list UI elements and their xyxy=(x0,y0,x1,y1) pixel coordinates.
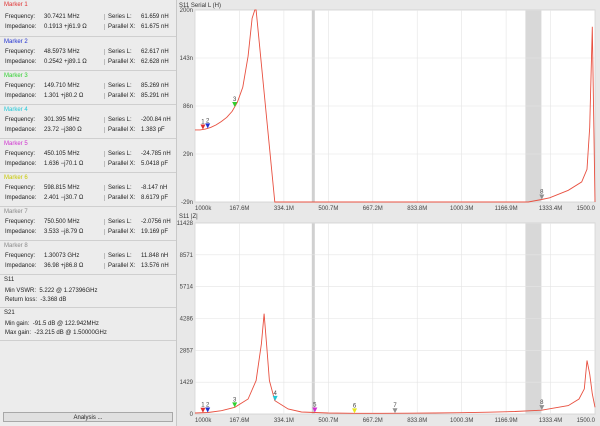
y-tick-label: 1429 xyxy=(180,380,194,386)
marker-5-block[interactable]: Marker 5 Frequency: 450.105 MHz Impedance… xyxy=(0,139,176,173)
y-tick-label: 5714 xyxy=(180,285,194,291)
x-tick-label: 1333.4M xyxy=(539,418,562,424)
s11-min-vswr: Min VSWR: 5.222 @ 1.27396GHz xyxy=(5,288,98,294)
marker-1-block[interactable]: Marker 1 Frequency: 30.7421 MHz Impedance… xyxy=(0,0,176,34)
y-tick-label: 0 xyxy=(190,412,194,418)
divider xyxy=(0,307,176,308)
s21-max-gain: Max gain: -23.215 dB @ 1.50000GHz xyxy=(5,330,107,336)
x-tick-label: 667.2M xyxy=(363,418,383,424)
divider xyxy=(0,340,176,341)
divider xyxy=(0,274,176,275)
marker-6-block[interactable]: Marker 6 Frequency: 598.815 MHz Impedance… xyxy=(0,173,176,207)
y-tick-label: -29n xyxy=(181,200,193,206)
marker-title: Marker 6 xyxy=(4,175,28,181)
marker-7-block[interactable]: Marker 7 Frequency: 750.500 MHz Impedance… xyxy=(0,207,176,241)
y-tick-label: 2857 xyxy=(180,348,194,354)
y-tick-label: 86n xyxy=(183,104,193,110)
s21-section-title: S21 xyxy=(4,310,15,316)
x-tick-label: 1166.9M xyxy=(495,418,518,424)
analysis-button[interactable]: Analysis ... xyxy=(3,412,173,422)
x-tick-label: 833.8M xyxy=(407,418,427,424)
s21-min-gain: Min gain: -91.5 dB @ 122.942MHz xyxy=(5,321,99,327)
marker-title: Marker 7 xyxy=(4,209,28,215)
x-tick-label: 1000k xyxy=(195,418,212,424)
y-tick-label: 4286 xyxy=(180,317,194,323)
x-tick-label: 334.1M xyxy=(274,418,294,424)
s11-return-loss: Return loss: -3.368 dB xyxy=(5,297,67,303)
y-tick-label: 8571 xyxy=(180,253,194,259)
x-tick-label: 1500.0 xyxy=(577,418,596,424)
y-tick-label: 200n xyxy=(180,8,193,14)
marker-2-block[interactable]: Marker 2 Frequency: 48.5973 MHz Impedance… xyxy=(0,37,176,71)
marker-title: Marker 8 xyxy=(4,243,28,249)
x-tick-label: 1000.3M xyxy=(450,418,473,424)
marker-title: Marker 1 xyxy=(4,2,28,8)
x-tick-label: 167.6M xyxy=(229,418,249,424)
chart-2[interactable]: 1000k 167.6M 334.1M 500.7M 667.2M 833.8M 1000.… xyxy=(177,212,600,426)
s11-section-title: S11 xyxy=(4,277,15,283)
y-tick-label: 143n xyxy=(180,56,193,62)
marker-title: Marker 3 xyxy=(4,73,28,79)
marker-4-block[interactable]: Marker 4 Frequency: 301.395 MHz Impedance… xyxy=(0,105,176,139)
chart-1[interactable]: 1000k 167.6M 334.1M 500.7M 667.2M 833.8M 1000.… xyxy=(177,0,600,212)
marker-8-block[interactable]: Marker 8 Frequency: 1.30073 GHz Impedance… xyxy=(0,241,176,275)
x-tick-label: 500.7M xyxy=(318,418,338,424)
marker-title: Marker 4 xyxy=(4,107,28,113)
marker-title: Marker 5 xyxy=(4,141,28,147)
marker-title: Marker 2 xyxy=(4,39,28,45)
y-tick-label: 29n xyxy=(183,152,193,158)
y-tick-label: 11428 xyxy=(177,221,194,227)
marker-3-block[interactable]: Marker 3 Frequency: 149.710 MHz Impedance… xyxy=(0,71,176,105)
